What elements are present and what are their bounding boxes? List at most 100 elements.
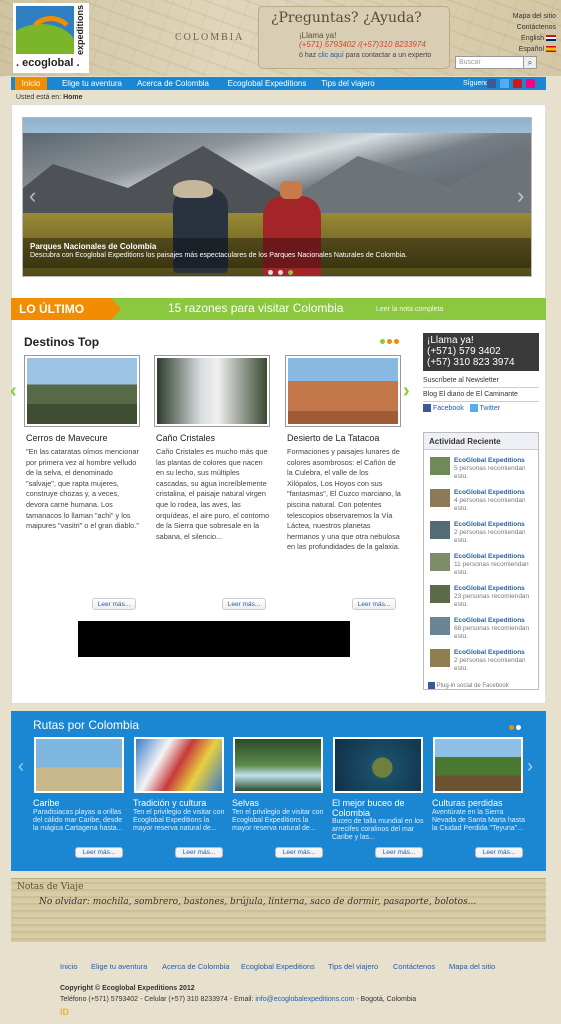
facebook-icon[interactable]: [423, 404, 431, 412]
slider-dot[interactable]: [268, 270, 273, 275]
read-more-button[interactable]: Leer más...: [352, 598, 396, 610]
activity-name[interactable]: EcoGlobal Expeditions: [454, 617, 525, 624]
read-more-button[interactable]: Leer más...: [222, 598, 266, 610]
activity-name[interactable]: EcoGlobal Expeditions: [454, 457, 525, 464]
activity-name[interactable]: EcoGlobal Expeditions: [454, 489, 525, 496]
english-link[interactable]: English: [492, 33, 556, 44]
rutas-next-arrow-icon[interactable]: ›: [527, 756, 533, 777]
nav-item-home[interactable]: Inicio: [15, 77, 47, 90]
slider-dot[interactable]: [278, 270, 283, 275]
magnifier-icon[interactable]: ⌕: [523, 56, 537, 69]
ruta-image-selvas[interactable]: [233, 737, 323, 793]
rutas-prev-arrow-icon[interactable]: ‹: [18, 756, 24, 777]
pager-dot[interactable]: [380, 339, 385, 344]
nav-item-ecoglobal[interactable]: Ecoglobal Expeditions: [219, 77, 315, 90]
blog-link[interactable]: Blog El diario de El Caminante: [423, 388, 539, 402]
slider-dot-active[interactable]: [288, 270, 293, 275]
top-links: Mapa del sitio Contáctenos English Españ…: [492, 11, 556, 55]
pager-dot[interactable]: [516, 725, 521, 730]
ruta-image-caribe[interactable]: [34, 737, 124, 793]
destinos-prev-arrow-icon[interactable]: ‹: [10, 380, 17, 403]
pager-dot[interactable]: [394, 339, 399, 344]
contact-expert-link[interactable]: clic aquí: [318, 52, 344, 59]
activity-thumbnail[interactable]: [430, 489, 450, 507]
twitter-link[interactable]: Twitter: [479, 405, 500, 412]
activity-name[interactable]: EcoGlobal Expeditions: [454, 585, 525, 592]
activity-thumbnail[interactable]: [430, 553, 450, 571]
destino-title[interactable]: Desierto de La Tatacoa: [287, 433, 379, 443]
hero-slider[interactable]: Parques Nacionales de Colombia Descubra …: [22, 117, 532, 277]
nav-item-tips[interactable]: Tips del viajero: [316, 77, 380, 90]
footer-link-adventure[interactable]: Elige tu aventura: [91, 962, 147, 971]
activity-desc: 5 personas recomiendan esto.: [454, 465, 526, 480]
rutas-title: Rutas por Colombia: [33, 718, 140, 732]
contact-prefix: Teléfono (+571) 5793402 - Celular (+57) …: [60, 996, 256, 1003]
destino-title[interactable]: Cerros de Mavecure: [26, 433, 108, 443]
ruta-image-buceo[interactable]: [333, 737, 423, 793]
destino-title[interactable]: Caño Cristales: [156, 433, 215, 443]
destino-image-tatacoa[interactable]: [285, 355, 401, 427]
footer-link-home[interactable]: Inicio: [60, 962, 78, 971]
email-link[interactable]: info@ecoglobalexpeditions.com: [255, 996, 354, 1003]
ruta-title[interactable]: Culturas perdidas: [432, 798, 503, 808]
plugin-text: Plug-in social de Facebook: [436, 683, 509, 690]
activity-name[interactable]: EcoGlobal Expeditions: [454, 553, 525, 560]
travel-notes: Notas de Viaje No olvidar: mochila, somb…: [11, 878, 546, 942]
english-label: English: [521, 35, 544, 42]
newsletter-link[interactable]: Suscríbete al Newsletter: [423, 374, 539, 388]
activity-thumbnail[interactable]: [430, 457, 450, 475]
pager-dot[interactable]: [387, 339, 392, 344]
latest-headline[interactable]: 15 razones para visitar Colombia: [168, 301, 343, 315]
footer-link-contact[interactable]: Contáctenos: [393, 962, 435, 971]
activity-thumbnail[interactable]: [430, 585, 450, 603]
pager-dot[interactable]: [509, 725, 514, 730]
read-more-button[interactable]: Leer más...: [375, 847, 423, 858]
logo-vertical-text: expeditions: [75, 4, 85, 55]
activity-thumbnail[interactable]: [430, 617, 450, 635]
activity-name[interactable]: EcoGlobal Expeditions: [454, 649, 525, 656]
call-phone: (+571) 579 3402: [427, 346, 501, 357]
ruta-title[interactable]: El mejor buceo de Colombia: [332, 798, 432, 818]
spanish-link[interactable]: Español: [492, 44, 556, 55]
ruta-title[interactable]: Caribe: [33, 798, 60, 808]
nav-item-about-colombia[interactable]: Acerca de Colombia: [133, 77, 213, 90]
ruta-text: Ten el privilegio de visitar con Ecoglob…: [133, 809, 225, 832]
destino-image-cano-cristales[interactable]: [154, 355, 270, 427]
ruta-title[interactable]: Selvas: [232, 798, 259, 808]
activity-name[interactable]: EcoGlobal Expeditions: [454, 521, 525, 528]
footer-logo: ID: [60, 1007, 69, 1017]
destino-image-mavecure[interactable]: [24, 355, 140, 427]
read-more-button[interactable]: Leer más...: [92, 598, 136, 610]
activity-title: Actividad Reciente: [424, 433, 538, 450]
contact-link[interactable]: Contáctenos: [492, 22, 556, 33]
read-more-button[interactable]: Leer más...: [275, 847, 323, 858]
notes-text: No olvidar: mochila, sombrero, bastones,…: [39, 897, 477, 907]
ruta-text: Ten el privilegio de visitar con Ecoglob…: [232, 809, 324, 832]
nav-item-adventure[interactable]: Elige tu aventura: [56, 77, 128, 90]
read-more-button[interactable]: Leer más...: [475, 847, 523, 858]
destinos-next-arrow-icon[interactable]: ›: [403, 380, 410, 403]
ruta-title[interactable]: Tradición y cultura: [133, 798, 206, 808]
footer-link-about[interactable]: Acerca de Colombia: [162, 962, 230, 971]
slider-next-arrow-icon[interactable]: ›: [517, 183, 524, 209]
logo[interactable]: expeditions . ecoglobal .: [13, 3, 89, 73]
slider-prev-arrow-icon[interactable]: ‹: [29, 183, 36, 209]
facebook-icon[interactable]: [487, 79, 496, 88]
footer-link-sitemap[interactable]: Mapa del sitio: [449, 962, 495, 971]
youtube-icon[interactable]: [513, 79, 522, 88]
read-more-button[interactable]: Leer más...: [175, 847, 223, 858]
latest-read-more-link[interactable]: Leer la nota completa: [376, 306, 443, 313]
twitter-icon[interactable]: [469, 404, 478, 412]
twitter-icon[interactable]: [500, 79, 509, 88]
facebook-link[interactable]: Facebook: [433, 405, 464, 412]
ruta-image-tradicion[interactable]: [134, 737, 224, 793]
footer-link-tips[interactable]: Tips del viajero: [328, 962, 378, 971]
read-more-button[interactable]: Leer más...: [75, 847, 123, 858]
activity-thumbnail[interactable]: [430, 649, 450, 667]
facebook-activity-box: Actividad Reciente EcoGlobal Expeditions…: [423, 432, 539, 690]
activity-thumbnail[interactable]: [430, 521, 450, 539]
sitemap-link[interactable]: Mapa del sitio: [492, 11, 556, 22]
flickr-icon[interactable]: [526, 79, 535, 88]
footer-link-ecoglobal[interactable]: Ecoglobal Expeditions: [241, 962, 315, 971]
ruta-image-culturas[interactable]: [433, 737, 523, 793]
